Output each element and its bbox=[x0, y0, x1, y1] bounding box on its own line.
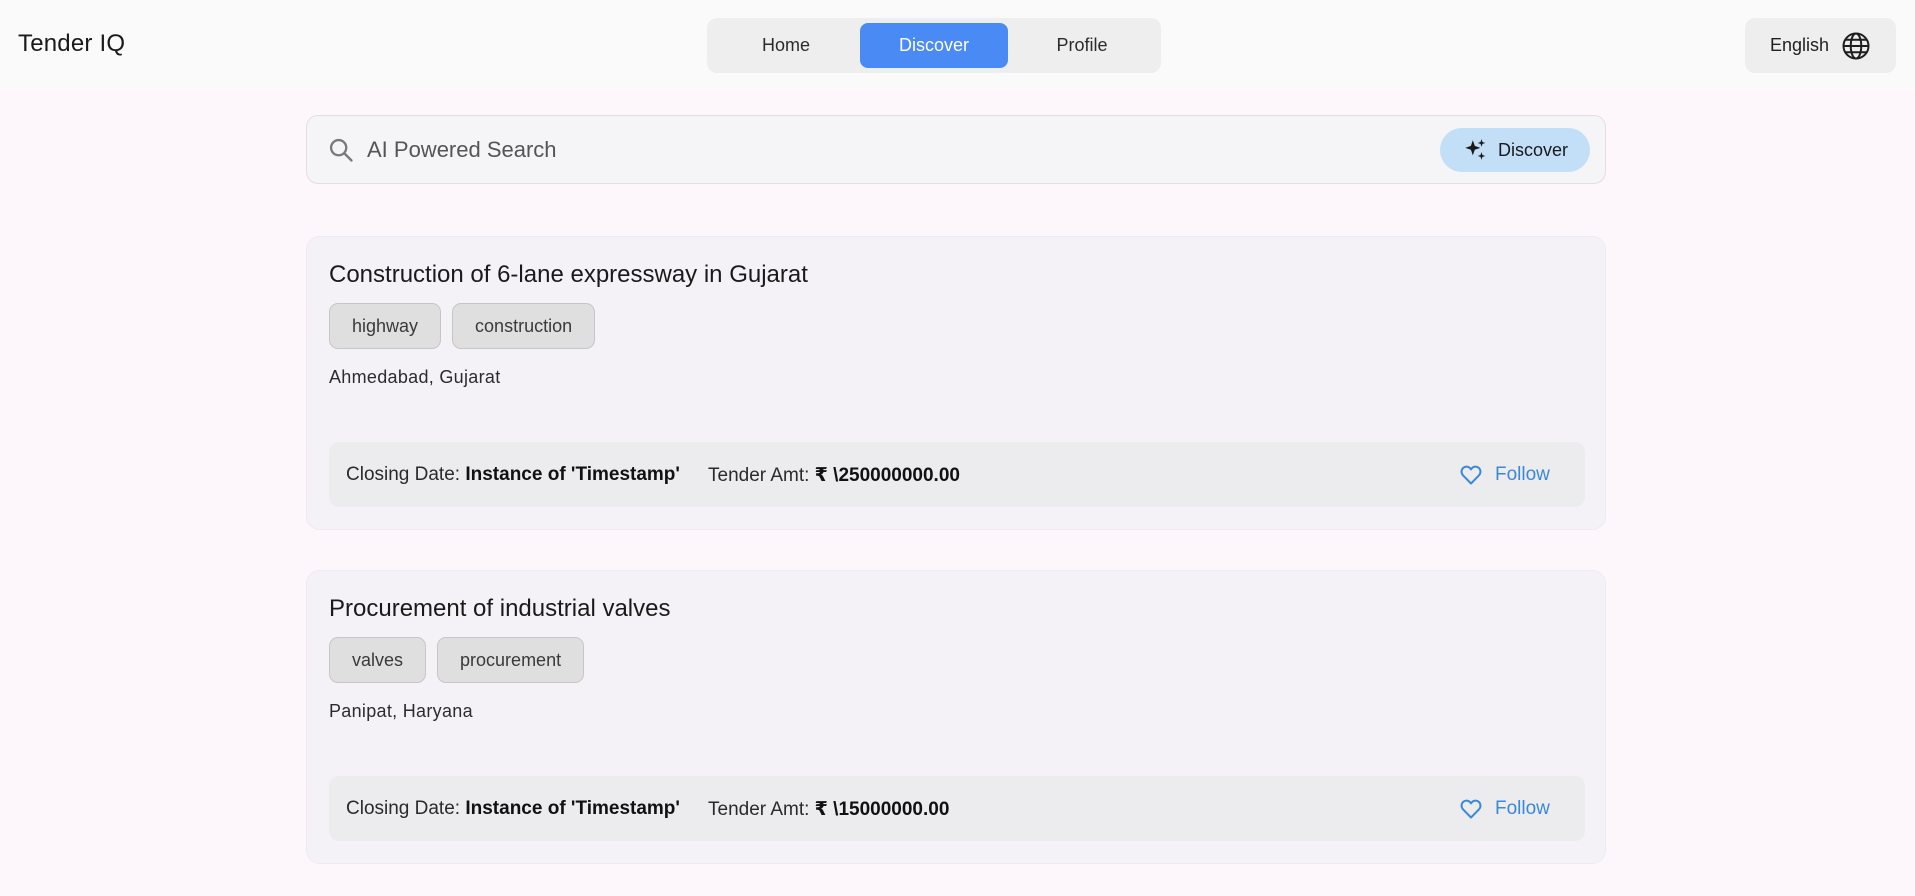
closing-date: Closing Date: Instance of 'Timestamp' bbox=[346, 464, 680, 486]
tender-footer: Closing Date: Instance of 'Timestamp' Te… bbox=[329, 776, 1585, 841]
closing-date: Closing Date: Instance of 'Timestamp' bbox=[346, 798, 680, 820]
closing-date-label: Closing Date: bbox=[346, 798, 461, 819]
tender-title: Construction of 6-lane expressway in Guj… bbox=[329, 261, 808, 288]
tender-location: Panipat, Haryana bbox=[329, 701, 473, 721]
follow-button[interactable]: Follow bbox=[1459, 458, 1550, 492]
tag-list: valves procurement bbox=[329, 637, 585, 683]
top-bar: Tender IQ Home Discover Profile English bbox=[0, 0, 1915, 90]
search-input[interactable] bbox=[367, 128, 1417, 172]
nav-home[interactable]: Home bbox=[712, 23, 860, 68]
tender-amount-label: Tender Amt: bbox=[708, 799, 810, 820]
search-bar: Discover bbox=[306, 115, 1606, 184]
tender-card: Construction of 6-lane expressway in Guj… bbox=[306, 236, 1606, 530]
globe-icon bbox=[1842, 32, 1870, 59]
search-icon bbox=[329, 138, 353, 162]
tag-list: highway construction bbox=[329, 303, 596, 349]
tender-title: Procurement of industrial valves bbox=[329, 595, 671, 622]
tender-amount-label: Tender Amt: bbox=[708, 465, 810, 486]
main-nav: Home Discover Profile bbox=[707, 18, 1161, 73]
tender-amount: Tender Amt: ₹ \250000000.00 bbox=[708, 464, 960, 487]
tag-chip[interactable]: procurement bbox=[437, 637, 585, 683]
heart-icon bbox=[1460, 465, 1482, 485]
nav-discover[interactable]: Discover bbox=[860, 23, 1008, 68]
tender-footer: Closing Date: Instance of 'Timestamp' Te… bbox=[329, 442, 1585, 507]
tender-location: Ahmedabad, Gujarat bbox=[329, 367, 501, 387]
tender-amount-value: ₹ \250000000.00 bbox=[814, 465, 960, 486]
follow-label: Follow bbox=[1495, 798, 1550, 819]
language-selector[interactable]: English bbox=[1745, 18, 1896, 73]
language-label: English bbox=[1769, 35, 1830, 55]
tag-chip[interactable]: construction bbox=[452, 303, 596, 349]
discover-button[interactable]: Discover bbox=[1440, 128, 1590, 172]
tender-amount: Tender Amt: ₹ \15000000.00 bbox=[708, 798, 949, 821]
tag-chip[interactable]: highway bbox=[329, 303, 442, 349]
app-title: Tender IQ bbox=[18, 30, 126, 57]
nav-profile[interactable]: Profile bbox=[1008, 23, 1156, 68]
closing-date-value: Instance of 'Timestamp' bbox=[465, 464, 680, 485]
closing-date-label: Closing Date: bbox=[346, 464, 461, 485]
follow-label: Follow bbox=[1495, 464, 1550, 485]
tender-card: Procurement of industrial valves valves … bbox=[306, 570, 1606, 864]
sparkle-icon bbox=[1465, 139, 1486, 160]
tag-chip[interactable]: valves bbox=[329, 637, 427, 683]
discover-button-label: Discover bbox=[1497, 139, 1568, 160]
closing-date-value: Instance of 'Timestamp' bbox=[465, 798, 680, 819]
tender-amount-value: ₹ \15000000.00 bbox=[814, 799, 950, 820]
follow-button[interactable]: Follow bbox=[1459, 792, 1550, 826]
heart-icon bbox=[1460, 799, 1482, 819]
